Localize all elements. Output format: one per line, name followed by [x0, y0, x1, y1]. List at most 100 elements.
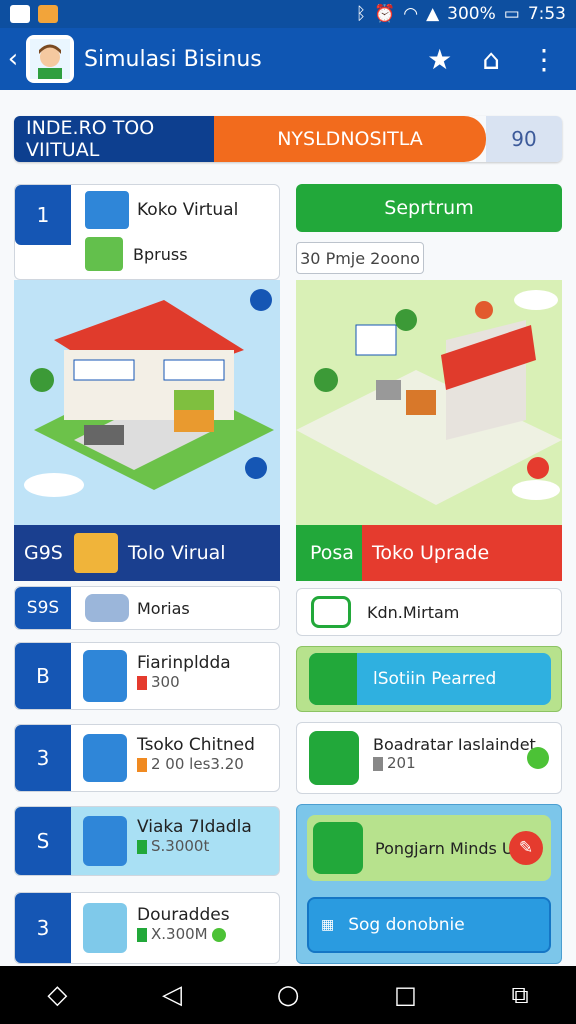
edit-icon[interactable]: ✎ [509, 831, 543, 865]
page-title: Simulasi Bisinus [84, 46, 262, 72]
list-item[interactable]: 3 Douraddes X.300M [14, 892, 280, 964]
row-title: Boadratar Iaslaindet [373, 735, 536, 754]
row-title: Tsoko Chitned [137, 735, 255, 755]
star-icon[interactable]: ★ [427, 43, 452, 76]
list-item[interactable]: S Viaka 7Idadla S.3000t [14, 806, 280, 876]
list-item[interactable]: S9S Morias [14, 586, 280, 630]
more-vert-icon[interactable]: ⋮ [530, 43, 558, 76]
notification-icon [10, 5, 30, 23]
upgrade-scene-image [296, 290, 562, 505]
row-sub: 201 [387, 754, 416, 772]
main-content: INDE.RO TOO VIITUAL NYSLDNOSITLA 90 1 Ko… [0, 90, 576, 966]
row-sub: 300 [151, 673, 180, 691]
list-item[interactable]: Bpruss [85, 237, 188, 271]
button-label: Sog donobnie [348, 915, 465, 935]
scene-number: G9S [24, 542, 63, 564]
info-pill: 30 Pmje 2oono [296, 242, 424, 274]
device-icon [309, 653, 357, 705]
banner-left: INDE.RO TOO VIITUAL [14, 116, 214, 162]
alarm-icon: ⏰ [374, 4, 396, 24]
clock: 7:53 [527, 4, 566, 24]
app-notification-icon [38, 5, 58, 23]
status-bar: ᛒ ⏰ ◠ ▲ 300% ▭ 7:53 [0, 0, 576, 28]
battery-icon: ▭ [503, 4, 520, 24]
app-bar: ‹ Simulasi Bisinus ★ ⌂ ⋮ [0, 28, 576, 90]
status-dot-icon [211, 927, 226, 942]
system-nav-bar: ◇ ◁ ○ □ ⧉ [0, 966, 576, 1024]
home-icon[interactable]: ○ [277, 980, 300, 1010]
row-number: S9S [15, 587, 71, 629]
tool-icon [83, 903, 127, 953]
banner-middle: NYSLDNOSITLA [214, 116, 486, 162]
row-title: Kdn.Mirtam [367, 602, 460, 622]
scene-number: Posa [296, 525, 362, 581]
list-item[interactable]: Kdn.Mirtam [296, 588, 562, 636]
list-item[interactable]: Pongjarn Minds Ui ✎ [307, 815, 551, 881]
secondary-action-button[interactable]: ▦ Sog donobnie [307, 897, 551, 953]
virtual-store-illustration [14, 280, 280, 525]
scene-label-bar[interactable]: Posa Toko Uprade [296, 525, 562, 581]
row-title: Viaka 7Idadla [137, 817, 252, 837]
avatar-face-icon [30, 39, 70, 79]
red-marker-icon [137, 675, 147, 690]
list-item[interactable]: B Fiarinpldda 300 [14, 642, 280, 710]
avatar[interactable] [26, 35, 74, 83]
diamond-icon[interactable]: ◇ [47, 980, 67, 1010]
list-item-label: Koko Virtual [137, 200, 239, 220]
shop-bag-icon [74, 533, 118, 573]
grey-marker-icon [373, 756, 383, 771]
car-icon [85, 594, 129, 622]
left-top-card[interactable]: 1 Koko Virtual Bpruss [14, 184, 280, 280]
grid-icon: ▦ [321, 917, 335, 933]
calculator-icon [83, 816, 127, 866]
box-icon [85, 237, 123, 271]
bluetooth-icon: ᛒ [355, 4, 367, 24]
row-number: 3 [15, 725, 71, 791]
signal-icon: ▲ [426, 4, 440, 24]
row-number: B [15, 643, 71, 709]
status-right: ᛒ ⏰ ◠ ▲ 300% ▭ 7:53 [356, 4, 566, 24]
status-left [10, 5, 58, 23]
row-title: Douraddes [137, 905, 230, 925]
row-sub: X.300M [151, 925, 208, 943]
row-number: 3 [15, 893, 71, 963]
list-item[interactable]: Boadratar Iaslaindet 201 [296, 722, 562, 794]
scene-label: Toko Uprade [372, 542, 490, 564]
back-icon[interactable]: ◁ [162, 980, 182, 1010]
list-item[interactable]: Koko Virtual [85, 191, 238, 229]
highlighted-action[interactable]: lSotiin Pearred [309, 653, 551, 705]
store-box-icon [85, 191, 129, 229]
row-title: Pongjarn Minds Ui [375, 838, 519, 858]
wifi-icon: ◠ [403, 4, 419, 24]
scene-label-bar[interactable]: G9S Tolo Virual [14, 525, 280, 581]
list-item[interactable]: 3 Tsoko Chitned 2 00 les3.20 [14, 724, 280, 792]
chart-icon [311, 596, 351, 628]
feature-panel: Pongjarn Minds Ui ✎ ▦ Sog donobnie [296, 804, 562, 964]
row-title: Fiarinpldda [137, 653, 231, 673]
card-icon [83, 734, 127, 782]
left-top-number: 1 [15, 185, 71, 245]
green-marker-icon [137, 839, 147, 854]
list-item-label: Bpruss [133, 244, 188, 264]
row-title: lSotiin Pearred [373, 669, 497, 689]
camera-icon[interactable]: ⌂ [482, 43, 500, 76]
green-marker-icon [137, 927, 147, 942]
list-item[interactable]: lSotiin Pearred [296, 646, 562, 712]
overview-icon[interactable]: ⧉ [511, 981, 528, 1009]
back-arrow-icon[interactable]: ‹ [4, 44, 22, 74]
progress-banner: INDE.RO TOO VIITUAL NYSLDNOSITLA 90 [14, 116, 562, 162]
status-dot-icon [527, 747, 549, 769]
tree-icon [313, 822, 363, 874]
scene-label: Tolo Virual [128, 542, 226, 564]
row-sub: 2 00 les3.20 [151, 755, 244, 773]
row-number: S [15, 807, 71, 875]
primary-action-button[interactable]: Seprtrum [296, 184, 562, 232]
battery-level: 300% [447, 4, 496, 24]
store-scene-image [24, 289, 274, 497]
speedometer-icon [309, 731, 359, 785]
recents-icon[interactable]: □ [394, 981, 417, 1009]
calculator-icon [83, 650, 127, 702]
upgrade-store-illustration [296, 280, 562, 525]
row-title: Morias [137, 598, 190, 618]
row-sub: S.3000t [151, 837, 210, 855]
